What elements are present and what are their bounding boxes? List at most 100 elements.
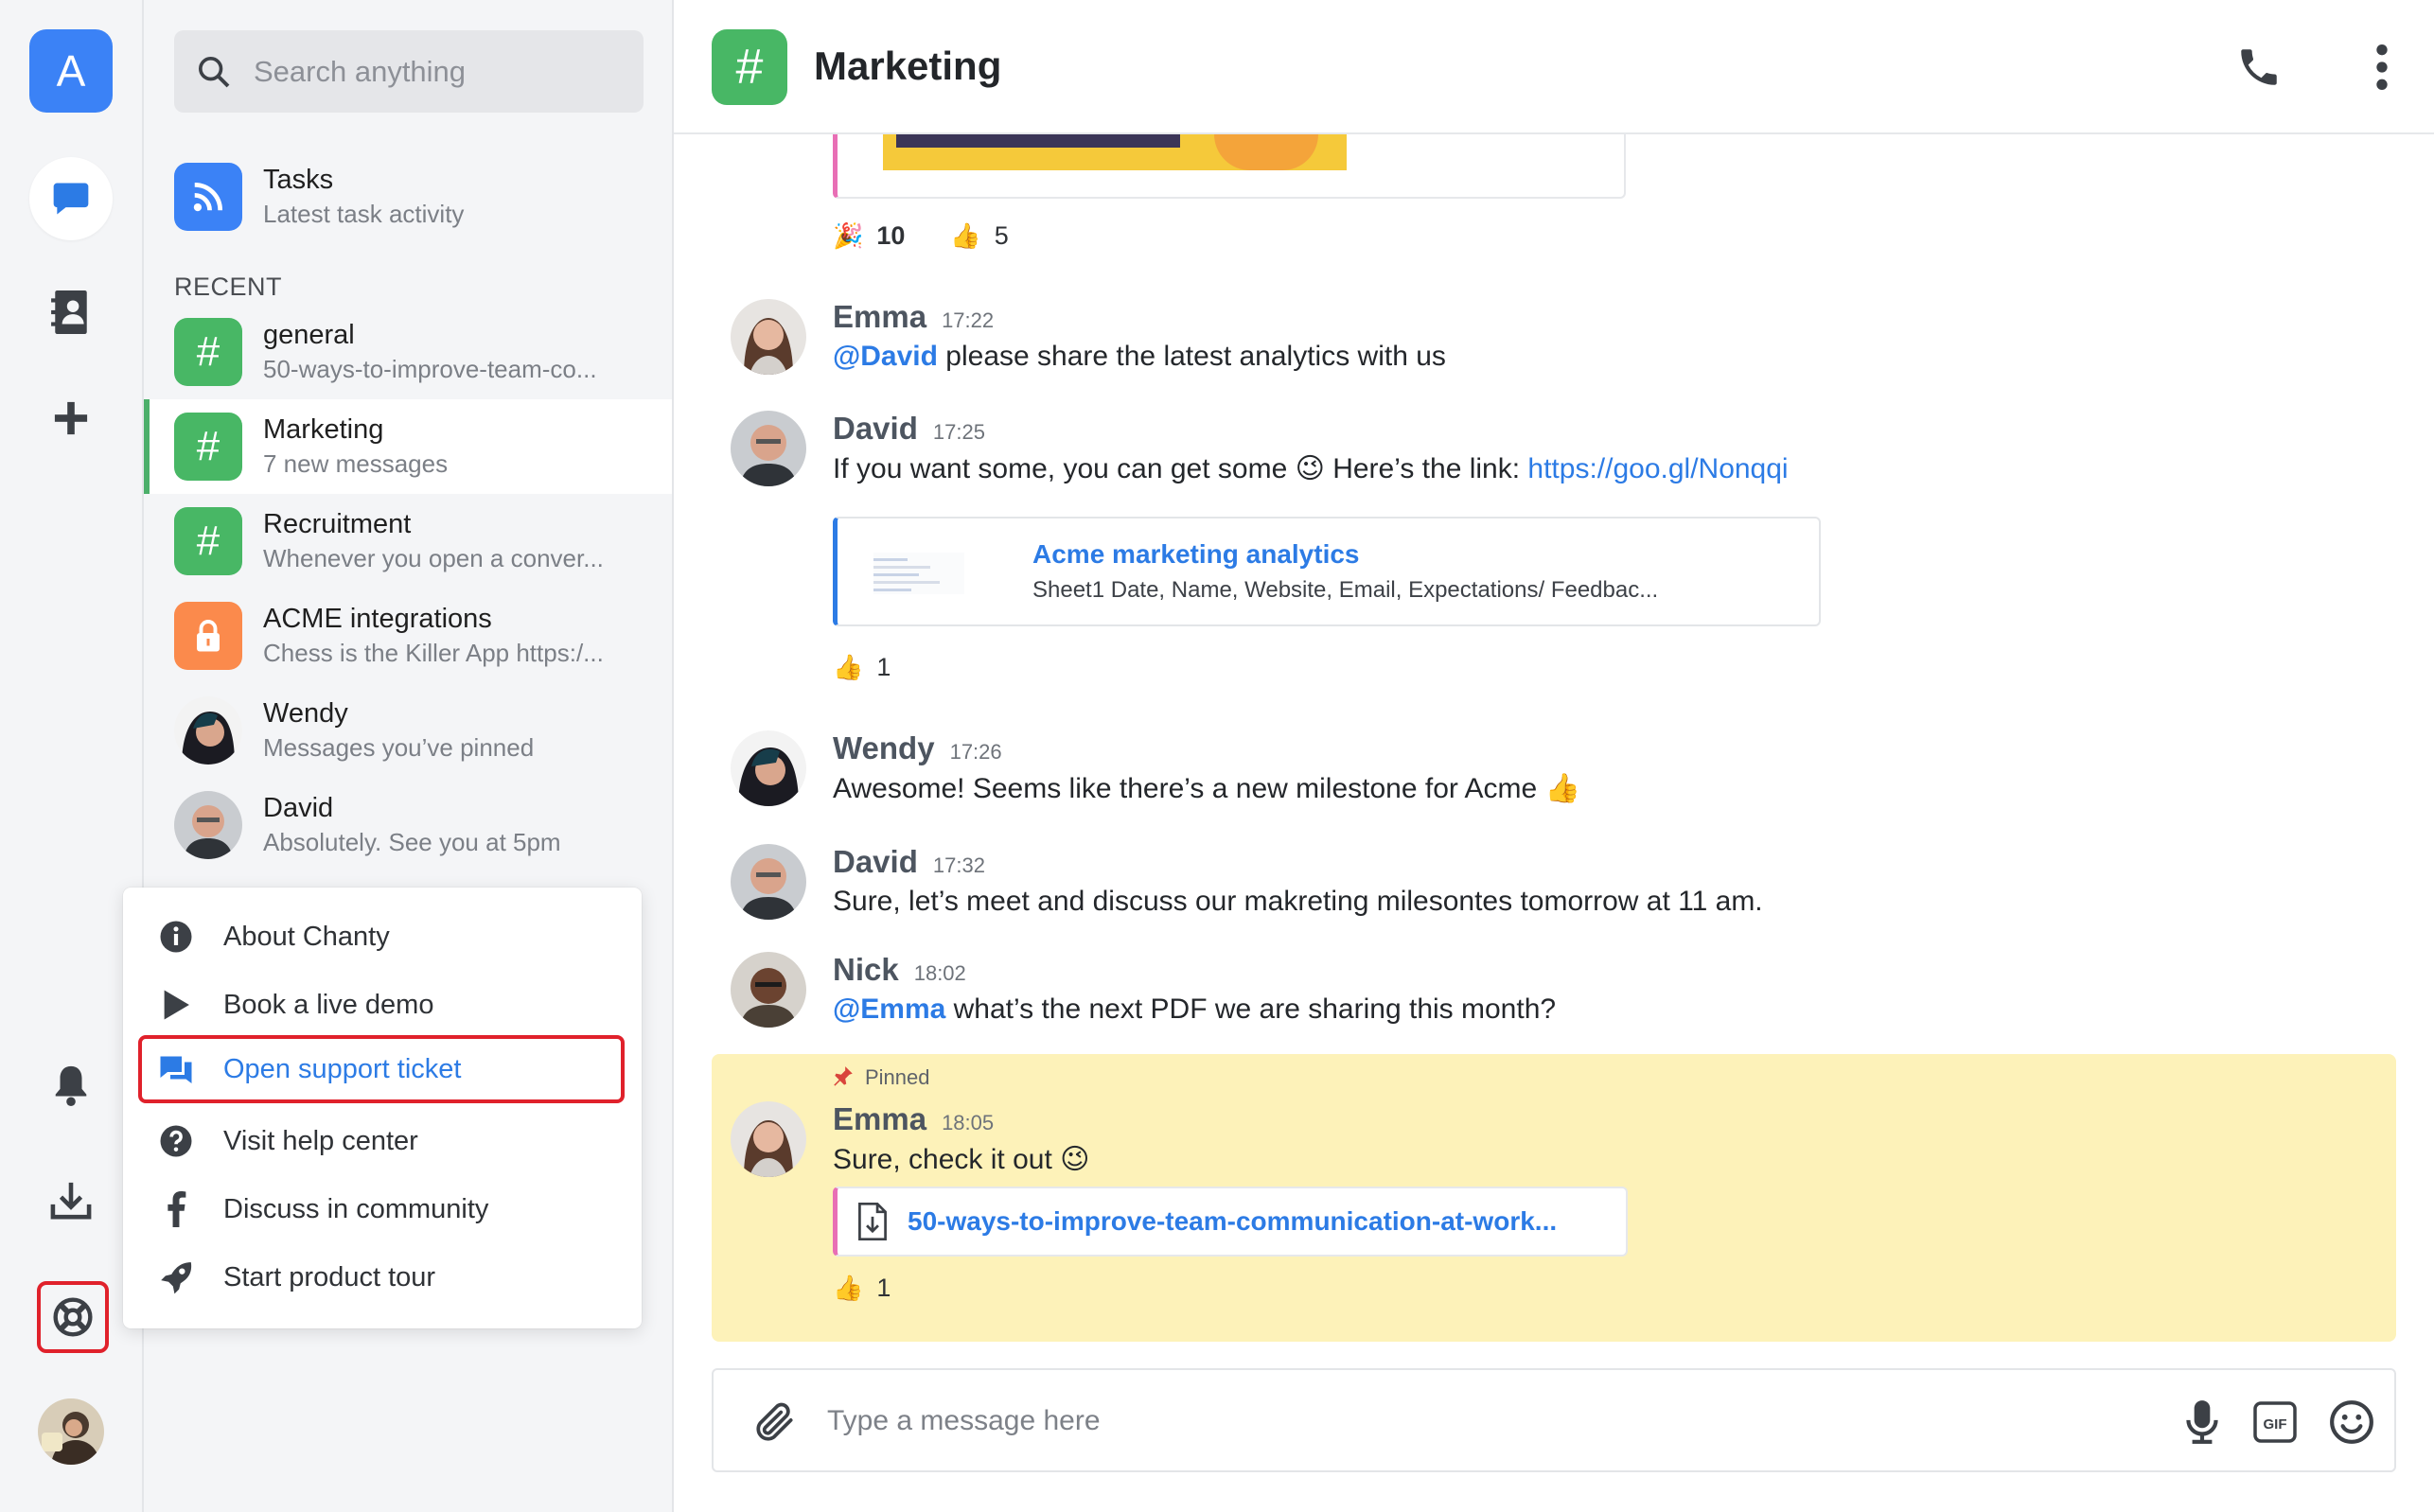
menu-item-label: Visit help center bbox=[223, 1125, 418, 1156]
search-input[interactable] bbox=[254, 54, 632, 89]
info-icon bbox=[157, 918, 195, 956]
wendy-avatar bbox=[174, 696, 242, 765]
message-time: 18:05 bbox=[942, 1111, 995, 1134]
recent-section-label: RECENT bbox=[174, 273, 283, 301]
contacts-book-icon bbox=[51, 290, 87, 334]
sender-name[interactable]: Nick bbox=[833, 952, 899, 988]
message-input[interactable] bbox=[827, 1393, 2057, 1450]
emma-avatar[interactable] bbox=[731, 299, 806, 375]
menu-item-open-support-ticket[interactable]: Open support ticket bbox=[138, 1035, 625, 1103]
contacts-nav-button[interactable] bbox=[29, 271, 113, 354]
notifications-button[interactable] bbox=[29, 1044, 113, 1127]
sender-name[interactable]: Wendy bbox=[833, 730, 935, 766]
conversation-subtitle: Absolutely. See you at 5pm bbox=[263, 828, 561, 856]
david-avatar[interactable] bbox=[731, 844, 806, 920]
lock-icon bbox=[174, 602, 242, 670]
david-avatar[interactable] bbox=[731, 411, 806, 486]
david-avatar bbox=[174, 791, 242, 859]
sidebar-item-wendy[interactable]: Wendy Messages you’ve pinned bbox=[144, 683, 672, 778]
sidebar-item-david[interactable]: David Absolutely. See you at 5pm bbox=[144, 778, 672, 872]
conversation-subtitle: Chess is the Killer App https:/... bbox=[263, 639, 604, 667]
message-text: Awesome! Seems like there’s a new milest… bbox=[833, 773, 1580, 804]
file-attachment[interactable]: 50-ways-to-improve-team-communication-at… bbox=[833, 1187, 1628, 1257]
reaction-party[interactable]: 🎉 10 bbox=[833, 221, 905, 251]
smiley-icon[interactable] bbox=[2328, 1398, 2375, 1446]
link-preview-title[interactable]: Acme marketing analytics bbox=[1032, 539, 1360, 570]
add-button[interactable] bbox=[29, 377, 113, 460]
menu-item-help-center[interactable]: Visit help center bbox=[123, 1107, 642, 1175]
gif-button[interactable]: GIF bbox=[2252, 1400, 2298, 1444]
sender-name[interactable]: David bbox=[833, 844, 918, 880]
menu-item-book-demo[interactable]: Book a live demo bbox=[123, 971, 642, 1039]
spreadsheet-thumbnail bbox=[873, 553, 964, 594]
download-button[interactable] bbox=[29, 1159, 113, 1242]
nick-avatar[interactable] bbox=[731, 952, 806, 1028]
conversation-title: David bbox=[263, 793, 334, 823]
link-preview-card[interactable]: Acme marketing analytics Sheet1 Date, Na… bbox=[833, 517, 1821, 626]
bell-icon bbox=[55, 1065, 87, 1107]
menu-item-product-tour[interactable]: Start product tour bbox=[123, 1243, 642, 1311]
rocket-icon bbox=[157, 1258, 195, 1296]
menu-item-about[interactable]: About Chanty bbox=[123, 903, 642, 971]
chat-icon bbox=[53, 183, 89, 215]
phone-icon[interactable] bbox=[2235, 44, 2283, 91]
thumbs-up-icon: 👍 bbox=[833, 653, 864, 681]
sidebar-item-marketing[interactable]: # Marketing 7 new messages bbox=[144, 399, 672, 494]
tasks-subtitle: Latest task activity bbox=[263, 200, 465, 228]
tasks-item[interactable]: Tasks Latest task activity bbox=[144, 149, 672, 244]
pin-icon bbox=[834, 1066, 853, 1086]
thumbs-up-icon: 👍 bbox=[950, 221, 981, 250]
more-vertical-icon[interactable] bbox=[2368, 44, 2396, 91]
reaction-count: 5 bbox=[994, 221, 1009, 250]
party-popper-icon: 🎉 bbox=[833, 221, 864, 250]
facebook-icon bbox=[157, 1190, 195, 1228]
mention-link[interactable]: @David bbox=[833, 341, 938, 372]
chat-bubbles-icon bbox=[157, 1050, 195, 1088]
user-photo-icon bbox=[38, 1398, 104, 1465]
file-name: 50-ways-to-improve-team-communication-at… bbox=[908, 1206, 1558, 1236]
my-avatar[interactable] bbox=[38, 1398, 104, 1465]
sidebar-item-general[interactable]: # general 50-ways-to-improve-team-co... bbox=[144, 305, 672, 399]
search-box[interactable] bbox=[174, 30, 644, 113]
pinned-message: Pinned Emma 18:05 Sure, check it out 😉 50… bbox=[712, 1054, 2396, 1342]
pinned-reactions: 👍 1 bbox=[833, 1274, 936, 1303]
menu-item-community[interactable]: Discuss in community bbox=[123, 1175, 642, 1243]
pinned-text: Pinned bbox=[865, 1065, 930, 1089]
wendy-avatar[interactable] bbox=[731, 730, 806, 806]
gif-label: GIF bbox=[2264, 1416, 2287, 1433]
sender-name[interactable]: Emma bbox=[833, 1101, 926, 1137]
menu-item-label: Open support ticket bbox=[223, 1053, 462, 1084]
channel-title: Marketing bbox=[814, 44, 1002, 88]
conversation-title: Marketing bbox=[263, 414, 384, 445]
reaction-thumbs-up[interactable]: 👍 5 bbox=[950, 221, 1008, 251]
message-body: @Emma what’s the next PDF we are sharing… bbox=[833, 993, 1556, 1026]
message-text: Sure, check it out 😉 bbox=[833, 1144, 1090, 1175]
emma-avatar[interactable] bbox=[731, 1101, 806, 1177]
reaction-count: 1 bbox=[876, 653, 891, 681]
previous-image-attachment[interactable] bbox=[833, 134, 1626, 199]
sender-name[interactable]: Emma bbox=[833, 299, 926, 335]
conversation-title: Wendy bbox=[263, 698, 348, 729]
menu-item-label: Start product tour bbox=[223, 1261, 436, 1292]
paperclip-icon[interactable] bbox=[751, 1398, 799, 1446]
rss-icon bbox=[174, 163, 242, 231]
workspace-avatar[interactable]: A bbox=[29, 29, 113, 113]
lifebuoy-icon bbox=[53, 1297, 93, 1337]
menu-item-label: About Chanty bbox=[223, 921, 390, 952]
help-button[interactable] bbox=[37, 1281, 109, 1353]
message-body: @David please share the latest analytics… bbox=[833, 341, 1446, 373]
microphone-icon[interactable] bbox=[2178, 1398, 2226, 1446]
menu-item-label: Book a live demo bbox=[223, 989, 434, 1020]
thumbs-up-icon: 👍 bbox=[833, 1274, 864, 1302]
sidebar-item-acme-integrations[interactable]: ACME integrations Chess is the Killer Ap… bbox=[144, 589, 672, 683]
chat-nav-button[interactable] bbox=[29, 157, 113, 240]
conversation-title: ACME integrations bbox=[263, 604, 492, 634]
hash-icon: # bbox=[712, 29, 787, 105]
sidebar-item-recruitment[interactable]: # Recruitment Whenever you open a conver… bbox=[144, 494, 672, 589]
reaction-thumbs-up[interactable]: 👍 1 bbox=[833, 1274, 891, 1303]
mention-link[interactable]: @Emma bbox=[833, 993, 945, 1025]
sender-name[interactable]: David bbox=[833, 411, 918, 447]
plus-icon bbox=[54, 401, 88, 435]
message-link[interactable]: https://goo.gl/Nonqqi bbox=[1527, 453, 1788, 484]
reaction-thumbs-up[interactable]: 👍 1 bbox=[833, 653, 891, 682]
